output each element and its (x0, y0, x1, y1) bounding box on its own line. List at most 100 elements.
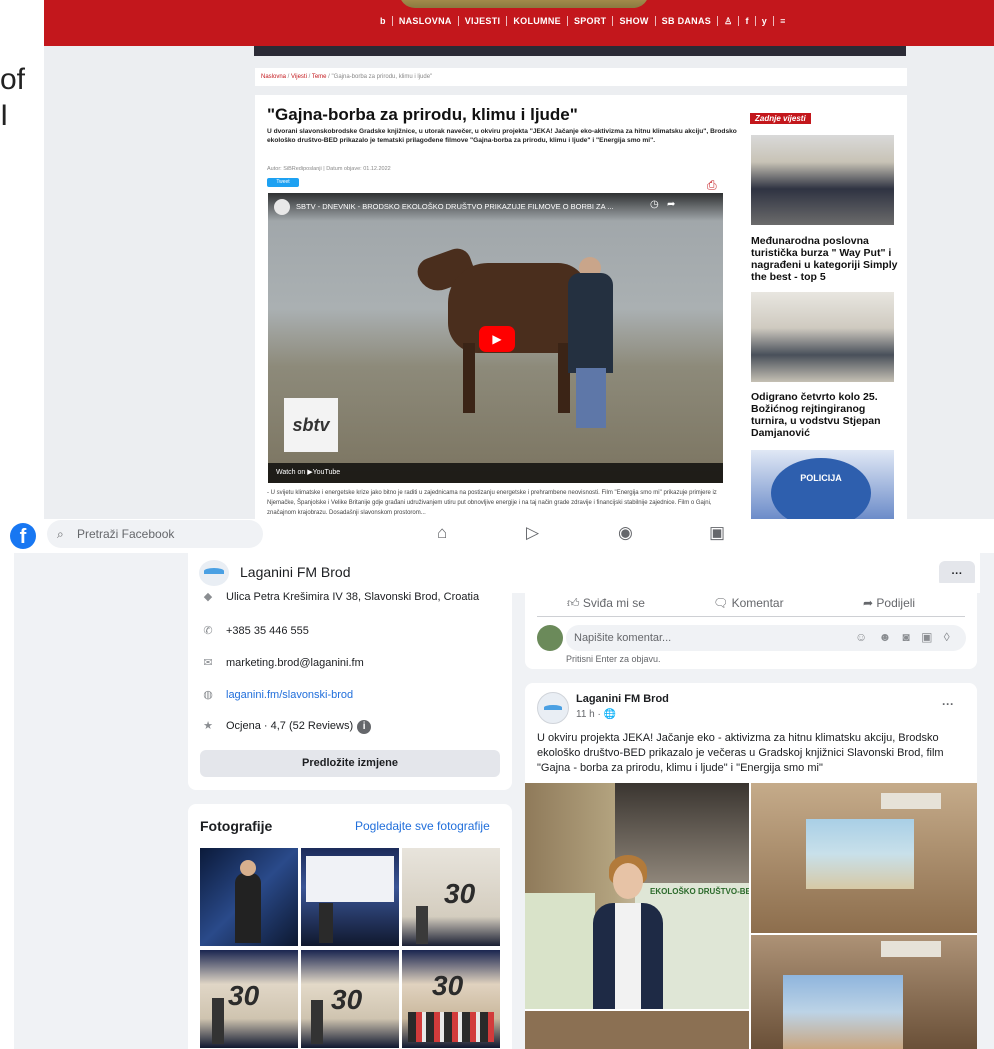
nav-item-sbdanas[interactable]: SB DANAS (655, 16, 719, 26)
latest-news-caption[interactable]: Međunarodna poslovna turistička burza " … (751, 235, 899, 283)
share-button[interactable]: ➦ Podijeli (863, 596, 915, 610)
breadcrumb-teme[interactable]: Teme (312, 74, 327, 80)
watch-icon[interactable]: ▷ (526, 523, 539, 543)
comment-tools-icons[interactable]: ☺ ☻ ◙ ▣ ◊ (855, 630, 954, 644)
latest-news-thumb[interactable]: POLICIJA (751, 450, 894, 519)
nav-item-naslovna[interactable]: NASLOVNA (392, 16, 459, 26)
news-logo-arc (399, 0, 649, 8)
post-photo[interactable] (525, 1011, 749, 1049)
air-conditioner (881, 941, 941, 957)
youtube-video-embed[interactable]: SBTV - DNEVNIK - BRODSKO EKOLOŠKO DRUŠTV… (268, 193, 723, 483)
facebook-search-input[interactable]: ⌕ Pretraži Facebook (47, 520, 263, 548)
photo-thumb[interactable]: 30 (402, 950, 500, 1048)
page-name[interactable]: Laganini FM Brod (240, 564, 351, 580)
mail-icon: ✉ (203, 657, 213, 669)
man-body (568, 273, 613, 373)
news-banner (254, 46, 906, 56)
breadcrumb-home[interactable]: Naslovna (261, 74, 286, 80)
post-photo[interactable]: EKOLOŠKO DRUŠTVO-BE (525, 783, 749, 1009)
user-icon[interactable]: ♙ (718, 16, 740, 26)
tweet-button[interactable]: Tweet (267, 178, 299, 187)
sbtv-logo: sbtv (284, 398, 338, 452)
suggest-edits-button[interactable]: Predložite izmjene (200, 750, 500, 777)
photo-thumb[interactable]: 30 (200, 950, 298, 1048)
thirty-graphic: 30 (228, 980, 260, 1011)
search-placeholder: Pretraži Facebook (77, 527, 175, 541)
like-button[interactable]: 👍︎ Sviđa mi se (567, 596, 645, 611)
photo-person (416, 906, 428, 944)
photo-person (319, 903, 333, 943)
horse-body (448, 263, 588, 353)
watch-on-youtube[interactable]: Watch on ▶YouTube (268, 463, 723, 483)
article-lead: U dvorani slavonskobrodske Gradske knjiž… (267, 128, 737, 144)
photo-slide (306, 856, 394, 902)
latest-news-thumb[interactable] (751, 135, 894, 225)
globe-icon: ◍ (203, 689, 213, 701)
comment-button[interactable]: 🗨︎ Komentar (713, 596, 784, 610)
nav-item-show[interactable]: SHOW (613, 16, 656, 26)
stray-line-1: of (0, 63, 26, 96)
about-phone: ✆ +385 35 446 555 (200, 624, 309, 637)
page-avatar[interactable] (199, 560, 229, 586)
commenter-avatar[interactable] (537, 625, 563, 651)
post-time[interactable]: 11 h · 🌐 (576, 709, 616, 720)
man-legs (576, 368, 606, 428)
home-icon[interactable]: ⌂ (437, 523, 447, 543)
photo-thumb[interactable]: 30 (402, 848, 500, 946)
photo-thumb[interactable]: 30 (301, 950, 399, 1048)
twitter-icon[interactable]: y (755, 16, 775, 26)
about-website[interactable]: ◍ laganini.fm/slavonski-brod (200, 688, 353, 701)
facebook-icon[interactable]: f (739, 16, 756, 26)
breadcrumb-vijesti[interactable]: Vijesti (291, 74, 307, 80)
comment-icon: 🗨︎ (713, 596, 729, 610)
photo-person (235, 873, 261, 943)
about-rating: ★ Ocjena · 4,7 (52 Reviews) i (200, 719, 372, 734)
photos-title: Fotografije (200, 818, 273, 834)
air-conditioner (881, 793, 941, 809)
latest-news-thumb[interactable] (751, 292, 894, 382)
about-email[interactable]: ✉ marketing.brod@laganini.fm (200, 656, 363, 669)
phone-icon: ✆ (203, 625, 213, 637)
post-photo[interactable] (751, 783, 977, 933)
photo-person (311, 1000, 323, 1044)
facebook-logo-icon[interactable]: f (10, 523, 36, 549)
photo-person (212, 998, 224, 1044)
divider (537, 616, 965, 617)
post-photo[interactable] (751, 935, 977, 1049)
article-body: - U svijetu klimatske i energetske krize… (267, 490, 717, 516)
info-icon[interactable]: i (357, 720, 372, 734)
post-author-avatar[interactable] (537, 692, 569, 724)
photo-group (408, 1012, 494, 1042)
thirty-graphic: 30 (432, 970, 464, 1001)
video-clock-share-icons[interactable]: ◷ ➦ (650, 199, 675, 210)
post-author[interactable]: Laganini FM Brod (576, 693, 669, 705)
nav-item-vijesti[interactable]: VIJESTI (458, 16, 508, 26)
menu-icon[interactable]: ≡ (774, 16, 792, 26)
print-icon[interactable]: ⎙ (707, 178, 717, 193)
channel-avatar[interactable] (274, 199, 290, 215)
nav-item-sport[interactable]: SPORT (567, 16, 614, 26)
photo-person (593, 853, 663, 1009)
poster-text: EKOLOŠKO DRUŠTVO-BE (650, 887, 749, 896)
thirty-graphic: 30 (444, 878, 476, 909)
projection-screen (783, 975, 903, 1049)
enter-hint: Pritisni Enter za objavu. (566, 654, 661, 664)
news-nav-menu: b NASLOVNA VIJESTI KOLUMNE SPORT SHOW SB DANAS… (374, 16, 792, 27)
photo-thumb[interactable] (200, 848, 298, 946)
breadcrumb-current: "Gajna-borba za prirodu, klimu i ljude" (331, 74, 433, 80)
gaming-icon[interactable]: ▣ (709, 523, 725, 543)
like-icon: 👍︎ (567, 596, 580, 610)
see-all-photos-link[interactable]: Pogledajte sve fotografije (355, 819, 490, 833)
post-text: U okviru projekta JEKA! Jačanje eko - ak… (537, 732, 944, 774)
play-icon[interactable]: ▶ (479, 326, 515, 352)
share-icon: ➦ (863, 596, 874, 610)
latest-news-label: Zadnje vijesti (750, 113, 811, 124)
thirty-graphic: 30 (331, 984, 363, 1015)
post-options-button[interactable]: ··· (942, 697, 954, 711)
photo-thumb[interactable] (301, 848, 399, 946)
facebook-header: f ⌕ Pretraži Facebook (0, 519, 994, 553)
news-logo-icon[interactable]: b (374, 16, 393, 26)
groups-icon[interactable]: ◉ (618, 523, 633, 543)
nav-item-kolumne[interactable]: KOLUMNE (507, 16, 568, 26)
latest-news-caption[interactable]: Odigrano četvrto kolo 25. Božićnog rejti… (751, 391, 899, 439)
